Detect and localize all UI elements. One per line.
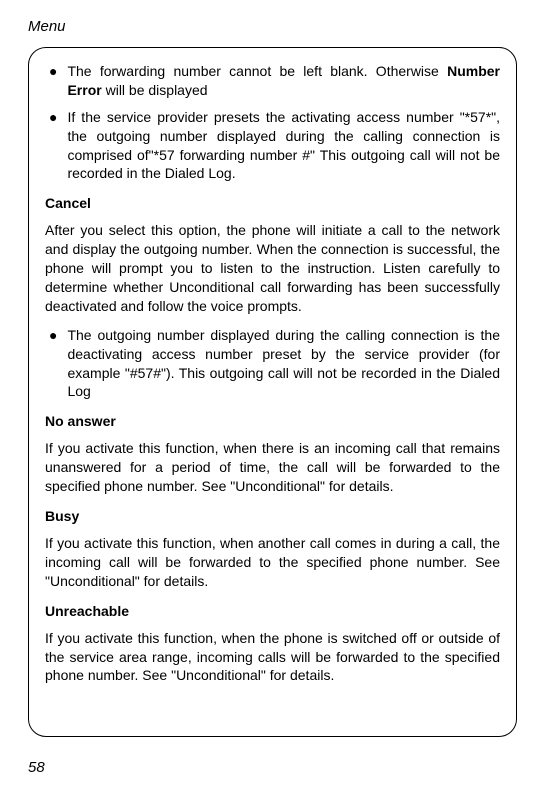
content-box: ● The forwarding number cannot be left b… [28,47,517,737]
busy-heading: Busy [45,508,500,524]
bullet1-part2: will be displayed [102,82,208,98]
noanswer-paragraph: If you activate this function, when ther… [45,439,500,496]
bullet-item-1: ● The forwarding number cannot be left b… [45,62,500,100]
bullet-text-1: The forwarding number cannot be left bla… [67,62,500,100]
page-header: Menu [28,18,517,35]
bullet-icon: ● [49,108,57,184]
cancel-heading: Cancel [45,195,500,211]
bullet-item-2: ● If the service provider presets the ac… [45,108,500,184]
busy-paragraph: If you activate this function, when anot… [45,534,500,591]
bullet-icon: ● [49,326,57,402]
page-number: 58 [28,759,45,776]
bullet-item-3: ● The outgoing number displayed during t… [45,326,500,402]
unreachable-heading: Unreachable [45,603,500,619]
noanswer-heading: No answer [45,413,500,429]
bullet-text-2: If the service provider presets the acti… [67,108,500,184]
unreachable-paragraph: If you activate this function, when the … [45,629,500,686]
cancel-paragraph: After you select this option, the phone … [45,221,500,315]
bullet-text-3: The outgoing number displayed during the… [67,326,500,402]
bullet1-part1: The forwarding number cannot be left bla… [67,63,447,79]
bullet-icon: ● [49,62,57,100]
